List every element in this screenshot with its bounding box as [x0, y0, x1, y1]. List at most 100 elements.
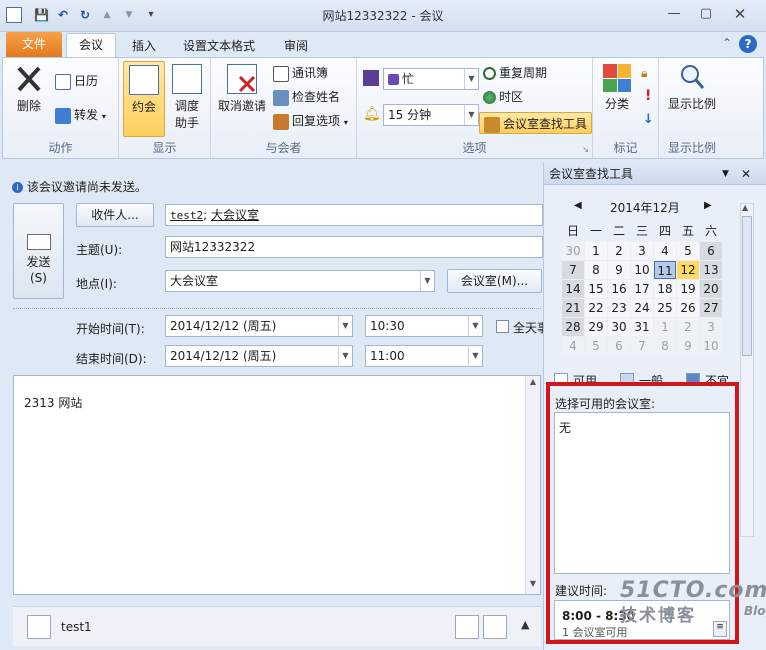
- recurrence-button[interactable]: 重复周期: [483, 62, 547, 84]
- end-time-picker[interactable]: 11:00 ▼: [365, 345, 483, 367]
- calendar-button[interactable]: 日历: [55, 70, 98, 92]
- to-button[interactable]: 收件人...: [76, 203, 154, 227]
- calendar-day[interactable]: 15: [585, 280, 607, 298]
- calendar-day[interactable]: 30: [608, 318, 630, 336]
- scroll-up-icon[interactable]: ▲: [742, 203, 748, 212]
- calendar-day[interactable]: 6: [700, 242, 722, 260]
- dialog-launcher-icon[interactable]: ↘: [582, 145, 589, 154]
- calendar-day[interactable]: 24: [631, 299, 653, 317]
- avatar[interactable]: [455, 615, 479, 639]
- check-names-button[interactable]: 检查姓名: [273, 86, 340, 108]
- scheduling-assistant-button[interactable]: 调度 助手: [167, 64, 207, 131]
- calendar-day[interactable]: 8: [654, 337, 676, 355]
- start-date-picker[interactable]: 2014/12/12 (周五) ▼: [165, 315, 353, 337]
- close-button[interactable]: ✕: [726, 4, 754, 24]
- zoom-button[interactable]: 显示比例: [663, 62, 721, 112]
- show-as-dropdown[interactable]: 忙 ▼: [383, 68, 479, 90]
- address-book-button[interactable]: 通讯簿: [273, 62, 328, 84]
- send-button[interactable]: 发送 (S): [13, 203, 64, 299]
- scroll-down-icon[interactable]: ▼: [527, 579, 539, 593]
- body-scrollbar[interactable]: ▲ ▼: [525, 376, 540, 594]
- ribbon-collapse-icon[interactable]: ⌃: [722, 36, 738, 52]
- subject-field[interactable]: 网站12332322: [165, 236, 543, 258]
- calendar-day[interactable]: 3: [700, 318, 722, 336]
- tab-meeting[interactable]: 会议: [66, 33, 117, 58]
- calendar-day[interactable]: 9: [677, 337, 699, 355]
- calendar-day[interactable]: 8: [585, 261, 607, 279]
- to-field[interactable]: test2; 大会议室: [165, 204, 543, 226]
- room-finder-button[interactable]: 会议室查找工具: [479, 112, 593, 134]
- start-time-picker[interactable]: 10:30 ▼: [365, 315, 483, 337]
- avatar[interactable]: [27, 615, 51, 639]
- tab-insert[interactable]: 插入: [120, 35, 168, 57]
- calendar-day[interactable]: 23: [608, 299, 630, 317]
- next-month-icon[interactable]: ▶: [704, 200, 712, 211]
- recipient-test2[interactable]: test2: [170, 209, 203, 222]
- calendar-day[interactable]: 1: [585, 242, 607, 260]
- avatar[interactable]: [483, 615, 507, 639]
- low-importance-icon[interactable]: ↓: [643, 112, 654, 127]
- calendar-day[interactable]: 1: [654, 318, 676, 336]
- help-icon[interactable]: ?: [739, 35, 757, 53]
- calendar-day[interactable]: 2: [608, 242, 630, 260]
- calendar-day[interactable]: 10: [631, 261, 653, 279]
- calendar-day[interactable]: 7: [631, 337, 653, 355]
- calendar-day[interactable]: 17: [631, 280, 653, 298]
- tab-format[interactable]: 设置文本格式: [171, 35, 267, 57]
- private-lock-icon[interactable]: 🔒︎: [641, 66, 655, 80]
- timezone-button[interactable]: 时区: [483, 86, 523, 108]
- cancel-invitation-button[interactable]: 取消邀请: [215, 64, 269, 114]
- recipient-room[interactable]: 大会议室: [211, 208, 259, 222]
- calendar-day[interactable]: 6: [608, 337, 630, 355]
- end-date-picker[interactable]: 2014/12/12 (周五) ▼: [165, 345, 353, 367]
- pane-close-icon[interactable]: ✕: [741, 163, 751, 185]
- calendar-day[interactable]: 31: [631, 318, 653, 336]
- calendar-day[interactable]: 2: [677, 318, 699, 336]
- calendar-day[interactable]: 7: [562, 261, 584, 279]
- calendar-day[interactable]: 3: [631, 242, 653, 260]
- calendar-day[interactable]: 11: [654, 261, 676, 279]
- scroll-up-icon[interactable]: ▲: [527, 377, 539, 391]
- calendar-day[interactable]: 12: [677, 261, 699, 279]
- all-day-checkbox[interactable]: [496, 320, 509, 333]
- reminder-dropdown[interactable]: 15 分钟 ▼: [383, 104, 479, 126]
- calendar-day[interactable]: 9: [608, 261, 630, 279]
- calendar-day[interactable]: 18: [654, 280, 676, 298]
- calendar-day[interactable]: 26: [677, 299, 699, 317]
- calendar-day[interactable]: 4: [654, 242, 676, 260]
- calendar-day[interactable]: 22: [585, 299, 607, 317]
- minimize-button[interactable]: —: [660, 4, 688, 24]
- scroll-thumb[interactable]: [742, 216, 752, 356]
- calendar-day[interactable]: 29: [585, 318, 607, 336]
- pane-menu-icon[interactable]: ▼: [722, 163, 729, 185]
- calendar-day[interactable]: 19: [677, 280, 699, 298]
- tab-review[interactable]: 审阅: [272, 35, 320, 57]
- forward-button[interactable]: 转发 ▾: [55, 104, 106, 126]
- calendar-day[interactable]: 27: [700, 299, 722, 317]
- message-body[interactable]: 2313 网站: [13, 375, 541, 595]
- pane-scrollbar[interactable]: ▲: [740, 203, 754, 537]
- rooms-button[interactable]: 会议室(M)...: [447, 269, 542, 293]
- high-importance-icon[interactable]: !: [645, 88, 651, 104]
- maximize-button[interactable]: ▢: [692, 4, 720, 24]
- calendar-day[interactable]: 20: [700, 280, 722, 298]
- appointment-button[interactable]: 约会: [123, 61, 165, 137]
- categorize-button[interactable]: 分类: [595, 64, 639, 112]
- calendar-day[interactable]: 5: [677, 242, 699, 260]
- calendar-day[interactable]: 14: [562, 280, 584, 298]
- calendar-day[interactable]: 16: [608, 280, 630, 298]
- location-field[interactable]: 大会议室 ▼: [165, 270, 435, 292]
- calendar-day[interactable]: 13: [700, 261, 722, 279]
- calendar-day[interactable]: 21: [562, 299, 584, 317]
- expand-icon[interactable]: ▲: [521, 618, 529, 631]
- calendar-day[interactable]: 25: [654, 299, 676, 317]
- tab-file[interactable]: 文件: [6, 32, 62, 57]
- prev-month-icon[interactable]: ◀: [574, 200, 582, 211]
- calendar-day[interactable]: 5: [585, 337, 607, 355]
- calendar-day[interactable]: 4: [562, 337, 584, 355]
- delete-button[interactable]: 删除: [9, 64, 49, 114]
- calendar-day[interactable]: 30: [562, 242, 584, 260]
- calendar-day[interactable]: 10: [700, 337, 722, 355]
- calendar-day[interactable]: 28: [562, 318, 584, 336]
- response-options-button[interactable]: 回复选项 ▾: [273, 110, 348, 132]
